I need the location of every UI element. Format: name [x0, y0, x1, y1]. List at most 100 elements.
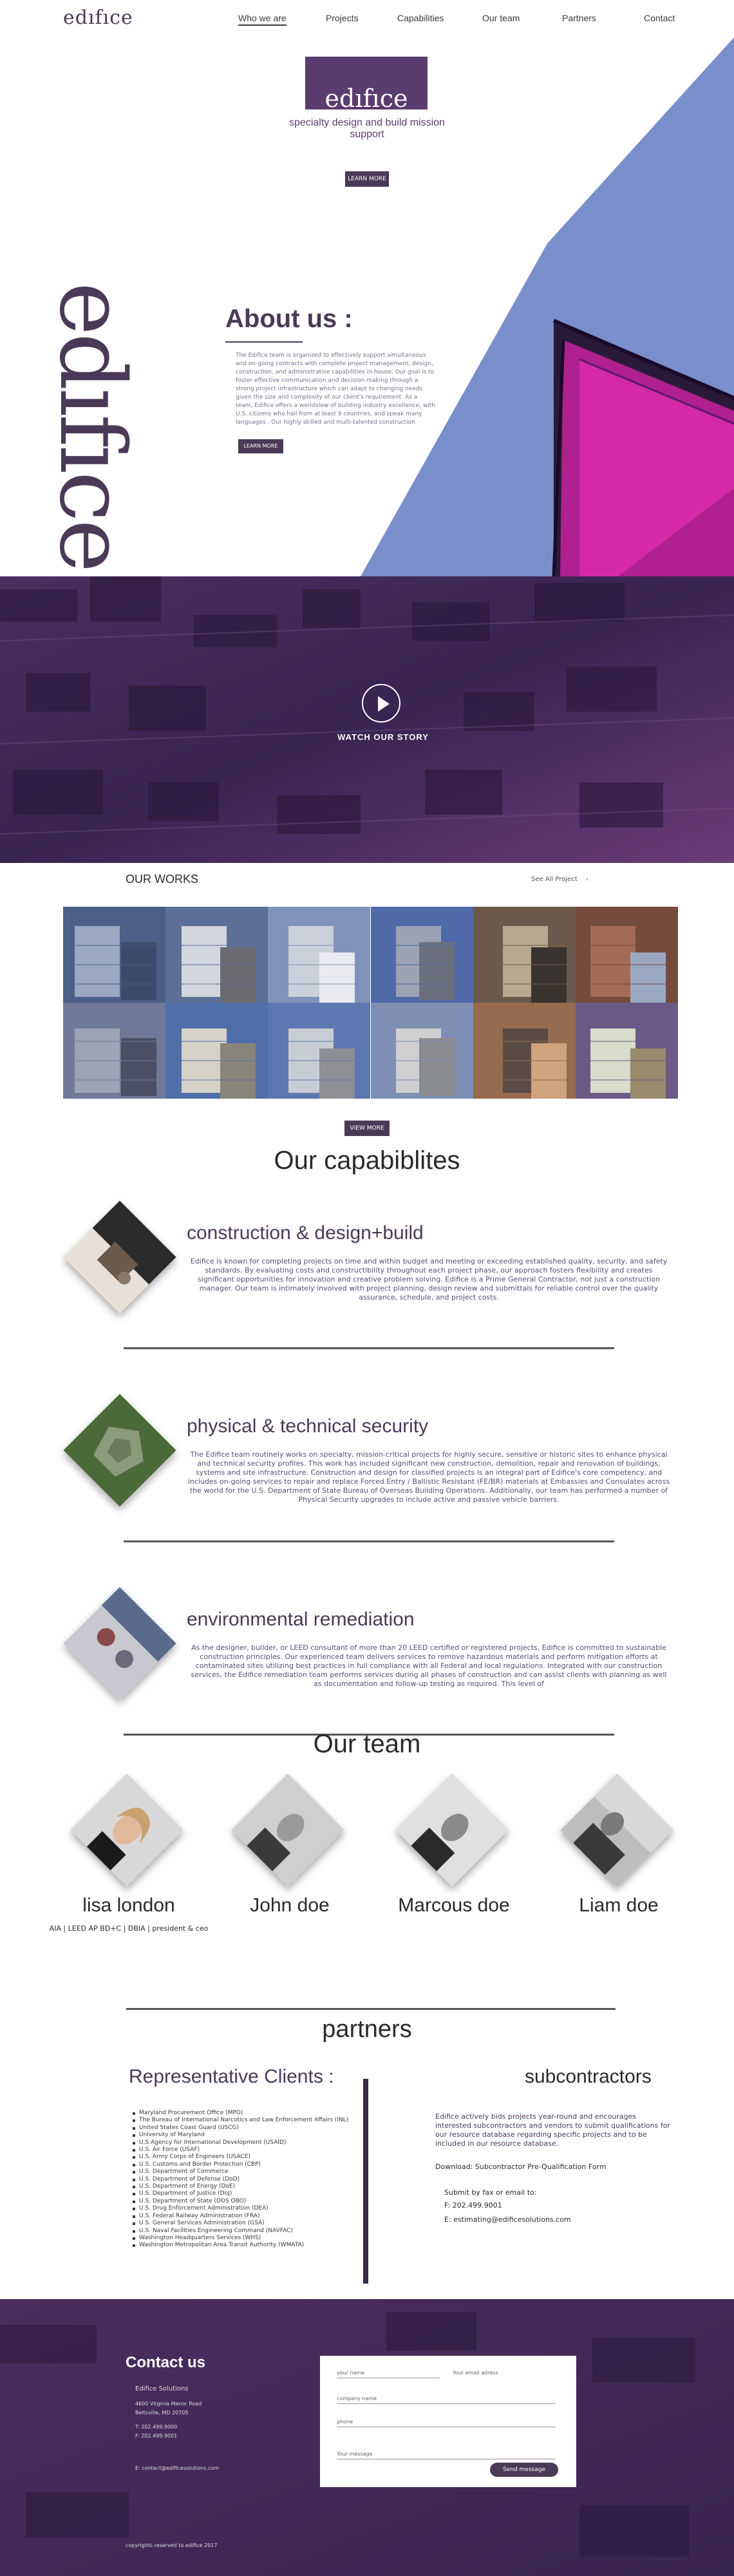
project-tile[interactable] [576, 1003, 678, 1099]
team-member: John doe [209, 1774, 370, 1951]
member-role: AIA | LEED AP BD+C | DBIA | president & … [49, 1924, 209, 1933]
client-item: U.S. Federal Railway Administration (FRA… [133, 2213, 352, 2220]
name-input[interactable]: your name [337, 2370, 440, 2378]
capability-image [63, 1200, 176, 1314]
project-tile[interactable] [268, 1003, 371, 1099]
project-tile[interactable] [63, 907, 165, 1003]
project-tile[interactable] [473, 907, 576, 1003]
project-tile[interactable] [576, 907, 678, 1003]
capability-environmental: environmental remediation As the designe… [0, 1587, 734, 1752]
vertical-brand-word: edıfıce [39, 282, 144, 571]
address-line: Beltsville, MD 20705 [135, 2410, 189, 2416]
client-item: United States Coast Guard (USCG) [133, 2125, 352, 2132]
project-tile[interactable] [370, 1003, 473, 1099]
hero-section: edıfıce specialty design and build missi… [0, 37, 734, 576]
company-name: Edifice Solutions [135, 2385, 189, 2392]
project-tile[interactable] [370, 907, 473, 1003]
nav-item-who-we-are[interactable]: Who we are [238, 13, 287, 26]
about-title: About us : [225, 305, 353, 333]
message-input[interactable]: Your message [337, 2451, 556, 2459]
capability-image [63, 1587, 176, 1700]
nav-menu: Who we are Projects Capabilities Our tea… [238, 13, 702, 28]
see-all-label: See All Project [531, 876, 578, 883]
footer: Contact us Edifice Solutions 4600 Virgin… [0, 2299, 734, 2576]
capability-text: Edifice is known for completing projects… [190, 1257, 668, 1302]
client-item: U.S. Army Corps of Engineers (USACE) [133, 2154, 352, 2161]
watch-story-label: WATCH OUR STORY [337, 732, 429, 742]
video-background [0, 576, 734, 863]
client-item: U.S. Drug Enforcement Administration (DE… [133, 2205, 352, 2212]
nav-item-partners[interactable]: Partners [562, 13, 596, 23]
subcontractors-title: subcontractors [525, 2066, 652, 2087]
member-name: Liam doe [579, 1895, 659, 1916]
see-all-projects-link[interactable]: See All Project › [531, 876, 588, 883]
estimating-email-link[interactable]: E: estimating@edificesolutions.com [444, 2215, 571, 2224]
client-item: U.S. Naval Facilities Engineering Comman… [133, 2228, 352, 2235]
submit-label: Submit by fax or email to: [444, 2188, 537, 2197]
representative-clients-title: Representative Clients : [129, 2066, 334, 2087]
client-item: U.S. Department of Commerce [133, 2168, 352, 2175]
client-item: U.S. Customs and Border Protection (CBP) [133, 2161, 352, 2168]
prequalification-download-link[interactable]: Download: Subcontractor Pre-Qualificatio… [435, 2163, 607, 2171]
chevron-right-icon: › [585, 876, 588, 883]
nav-item-our-team[interactable]: Our team [482, 13, 520, 23]
member-name: John doe [250, 1895, 330, 1916]
client-item: U.S. Department of State (DOS OBO) [133, 2198, 352, 2205]
video-section: WATCH OUR STORY [0, 576, 734, 863]
project-tile[interactable] [268, 907, 371, 1003]
project-tile[interactable] [165, 1003, 268, 1099]
subcontractors-text: Edifice actively bids projects year-roun… [435, 2112, 670, 2148]
logo[interactable]: edıfıce [63, 6, 133, 29]
contact-form: your name Your email adress company name… [320, 2356, 576, 2487]
hero-learn-more-button[interactable]: LEARN MORE [345, 171, 389, 187]
fax-number: F: 202.499.9001 [444, 2201, 502, 2210]
avatar [395, 1774, 509, 1887]
nav-item-projects[interactable]: Projects [326, 13, 359, 23]
view-more-button[interactable]: VIEW MORE [344, 1121, 390, 1136]
client-item: U.S. Department of Energy (DoE) [133, 2183, 352, 2190]
company-input[interactable]: company name [337, 2396, 556, 2404]
contact-email-link[interactable]: E: contact@edificesolutions.com [135, 2465, 219, 2471]
avatar [70, 1774, 184, 1887]
capability-heading: construction & design+build [187, 1222, 424, 1244]
fax-line: F: 202.499.9001 [135, 2433, 178, 2439]
nav-item-contact[interactable]: Contact [644, 13, 675, 23]
phone-input[interactable]: phone [337, 2419, 556, 2427]
email-input[interactable]: Your email adress [453, 2370, 556, 2378]
client-item: Maryland Procurement Office (MPO) [133, 2110, 352, 2117]
client-item: U.S. Department of Defense (DoD) [133, 2176, 352, 2183]
capability-image [63, 1394, 176, 1507]
client-item: U.S. Department of Justice (DoJ) [133, 2190, 352, 2197]
client-item: University of Maryland [133, 2132, 352, 2139]
team-member: Marcous doe [373, 1774, 534, 1951]
client-item: U.S Agency for International Development… [133, 2139, 352, 2146]
member-name: lisa london [82, 1895, 175, 1916]
hero-tagline: specialty design and build mission suppo… [289, 117, 445, 140]
capabilities-title: Our capabiblites [274, 1146, 460, 1175]
client-item: Washington Metropolitan Area Transit Aut… [133, 2242, 352, 2249]
project-tile[interactable] [165, 907, 268, 1003]
phone-line: T: 202.499.9000 [135, 2424, 178, 2430]
nav-item-capabilities[interactable]: Capabilities [397, 13, 444, 23]
team-member: lisa london AIA | LEED AP BD+C | DBIA | … [48, 1774, 209, 1951]
member-name: Marcous doe [398, 1895, 510, 1916]
project-tile[interactable] [473, 1003, 576, 1099]
capability-text: As the designer, builder, or LEED consul… [191, 1643, 667, 1688]
section-divider [124, 1540, 614, 1542]
about-learn-more-button[interactable]: LEARN MORE [238, 439, 283, 453]
send-message-button[interactable]: Send message [490, 2463, 558, 2477]
hero-logo-box: edıfıce [305, 57, 428, 113]
capability-heading: environmental remediation [187, 1609, 415, 1630]
avatar [560, 1774, 673, 1887]
play-icon [378, 696, 390, 712]
client-item: U.S. Air Force (USAF) [133, 2146, 352, 2154]
section-divider [124, 1347, 614, 1349]
clients-list: Maryland Procurement Office (MPO) The Bur… [133, 2110, 352, 2249]
team-title: Our team [313, 1730, 421, 1758]
hero-logo: edıfıce [325, 84, 408, 113]
play-button[interactable] [362, 684, 400, 723]
client-item: U.S. General Services Administration (GS… [133, 2220, 352, 2227]
project-tile[interactable] [63, 1003, 165, 1099]
project-gallery [63, 907, 678, 1099]
section-divider [126, 2008, 616, 2010]
